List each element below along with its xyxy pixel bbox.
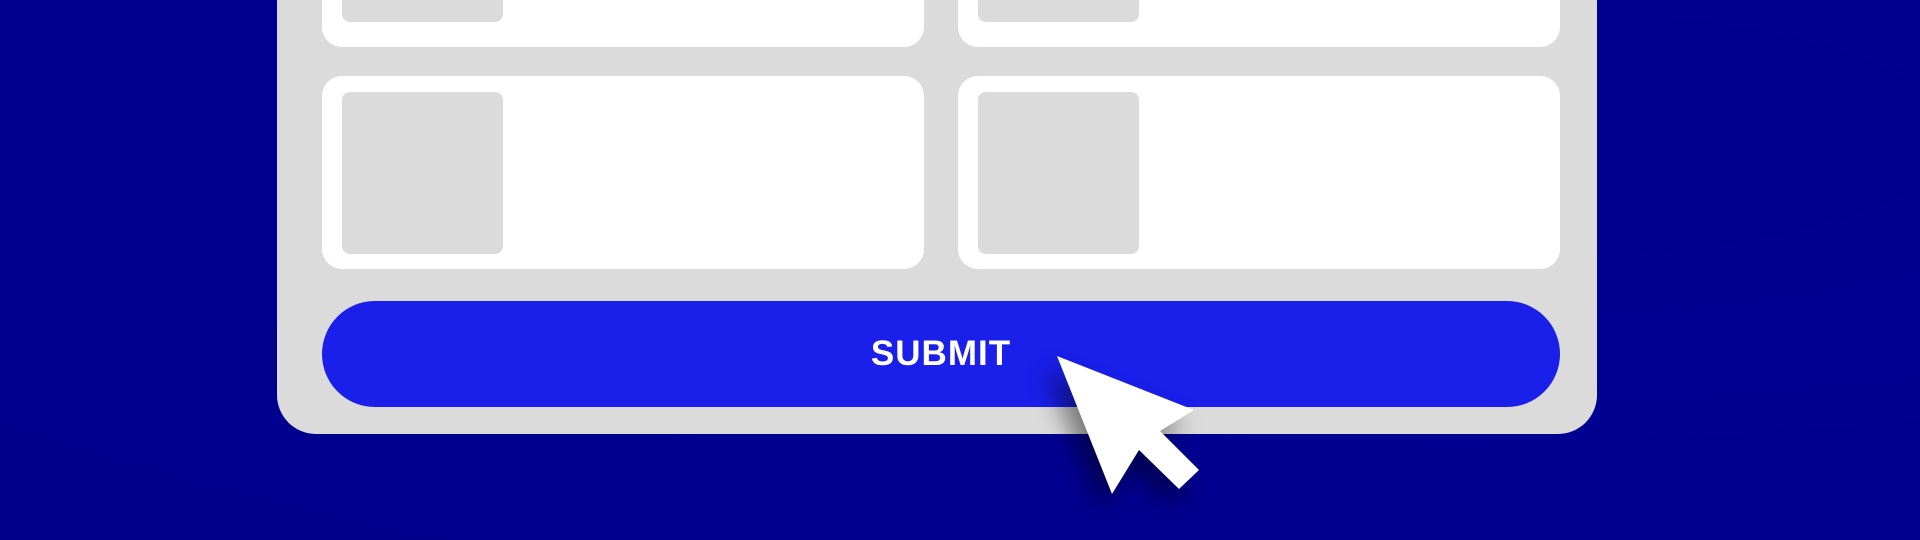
card-thumbnail [978,92,1139,254]
option-card-3[interactable] [322,76,924,269]
card-thumbnail [342,92,503,254]
submit-button[interactable]: SUBMIT [322,301,1560,407]
arrow-cursor-icon [1057,356,1199,494]
option-card-2[interactable] [958,0,1560,47]
option-card-4[interactable] [958,76,1560,269]
option-card-1[interactable] [322,0,924,47]
submit-button-label: SUBMIT [870,334,1012,373]
card-thumbnail [342,0,503,22]
card-thumbnail [978,0,1139,22]
